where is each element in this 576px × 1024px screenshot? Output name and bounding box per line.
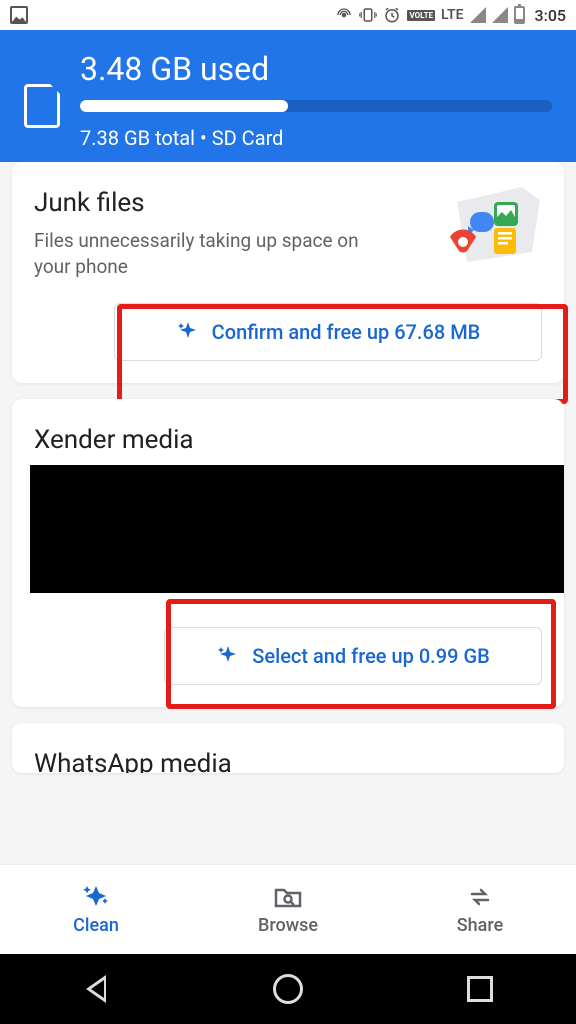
storage-progress-bar (80, 100, 552, 112)
junk-card-subtitle: Files unnecessarily taking up space on y… (34, 228, 394, 279)
junk-files-card: Junk files Files unnecessarily taking up… (12, 162, 564, 383)
media-thumbnails[interactable] (30, 465, 564, 593)
vibrate-icon (359, 6, 377, 24)
nav-share[interactable]: Share (384, 865, 576, 954)
browse-icon (273, 883, 303, 911)
sd-card-icon (24, 84, 60, 128)
nav-share-label: Share (457, 915, 503, 936)
status-bar: VOLTE LTE 3:05 (0, 0, 576, 30)
xender-card-title: Xender media (34, 425, 542, 455)
select-button-label: Select and free up 0.99 GB (252, 644, 489, 668)
whatsapp-media-card: WhatsApp media (12, 723, 564, 773)
nav-clean[interactable]: Clean (0, 865, 192, 954)
share-icon (465, 883, 495, 911)
alarm-icon (383, 6, 401, 24)
nav-clean-label: Clean (73, 915, 119, 936)
junk-illustration (432, 182, 552, 272)
clean-icon (81, 883, 111, 911)
storage-total-label: 7.38 GB total • SD Card (80, 126, 552, 150)
whatsapp-card-title: WhatsApp media (34, 749, 542, 773)
select-free-up-button[interactable]: Select and free up 0.99 GB (164, 627, 542, 685)
system-nav-bar (0, 954, 576, 1024)
clock-time: 3:05 (535, 6, 567, 25)
nav-browse-label: Browse (258, 915, 318, 936)
hotspot-icon (335, 6, 353, 24)
content-area: Junk files Files unnecessarily taking up… (0, 162, 576, 864)
sparkle-icon (176, 320, 200, 344)
recent-apps-button[interactable] (462, 971, 498, 1007)
bottom-nav: Clean Browse Share (0, 864, 576, 954)
storage-used-label: 3.48 GB used (80, 50, 552, 88)
signal-icon-1 (470, 7, 486, 23)
nav-browse[interactable]: Browse (192, 865, 384, 954)
home-button[interactable] (270, 971, 306, 1007)
back-button[interactable] (78, 971, 114, 1007)
lte-label: LTE (441, 7, 463, 23)
confirm-free-up-button[interactable]: Confirm and free up 67.68 MB (114, 303, 542, 361)
sparkle-icon (216, 644, 240, 668)
signal-icon-2 (492, 7, 508, 23)
confirm-button-label: Confirm and free up 67.68 MB (212, 320, 481, 344)
volte-icon: VOLTE (407, 10, 435, 21)
screenshot-saved-icon (10, 6, 28, 24)
xender-media-card: Xender media Select and free up 0.99 GB (12, 399, 564, 707)
battery-icon (514, 6, 525, 24)
